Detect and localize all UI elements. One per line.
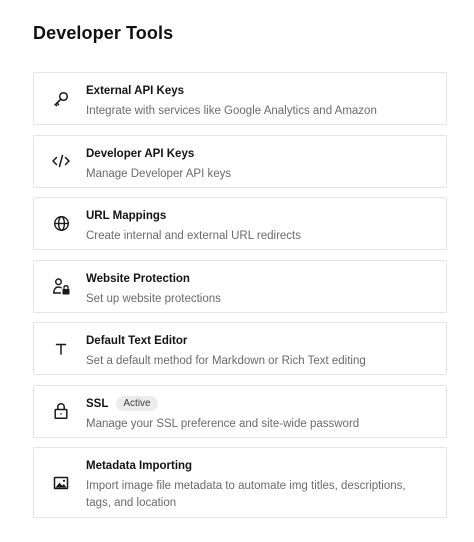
developer-tools-page: Developer Tools External API Keys Integr… [0,0,474,542]
item-title: External API Keys [86,85,185,97]
item-title: Website Protection [86,272,190,285]
url-mappings-item[interactable]: URL Mappings Create internal and externa… [33,197,447,250]
metadata-importing-item[interactable]: Metadata Importing Import image file met… [33,447,447,518]
lock-icon [50,400,72,422]
ssl-item[interactable]: SSL Active Manage your SSL preference an… [33,384,447,438]
item-title: Default Text Editor [86,335,188,347]
item-title: SSL [86,397,109,410]
user-lock-icon [50,275,72,297]
item-title: URL Mappings [86,210,167,222]
item-title: Metadata Importing [86,460,193,472]
item-description: Create internal and external URL redirec… [86,230,301,242]
website-protection-item[interactable]: Website Protection Set up website protec… [33,259,447,313]
image-icon [50,472,72,494]
item-title: Developer API Keys [86,147,195,160]
status-badge: Active [116,396,158,411]
key-icon [50,88,72,110]
code-icon [50,150,72,172]
developer-api-keys-item[interactable]: Developer API Keys Manage Developer API … [33,134,447,188]
text-icon [50,338,72,360]
page-title: Developer Tools [33,23,174,43]
item-description: Manage Developer API keys [86,167,232,180]
default-text-editor-item[interactable]: Default Text Editor Set a default method… [33,322,447,375]
item-description: Import image file metadata to automate i… [86,480,406,509]
external-api-keys-item[interactable]: External API Keys Integrate with service… [33,72,447,125]
item-description: Integrate with services like Google Anal… [86,105,377,117]
item-description: Set up website protections [86,292,221,305]
item-description: Manage your SSL preference and site-wide… [86,417,360,430]
globe-icon [50,213,72,235]
developer-tools-list: External API Keys Integrate with service… [33,72,447,528]
item-description: Set a default method for Markdown or Ric… [86,355,366,367]
